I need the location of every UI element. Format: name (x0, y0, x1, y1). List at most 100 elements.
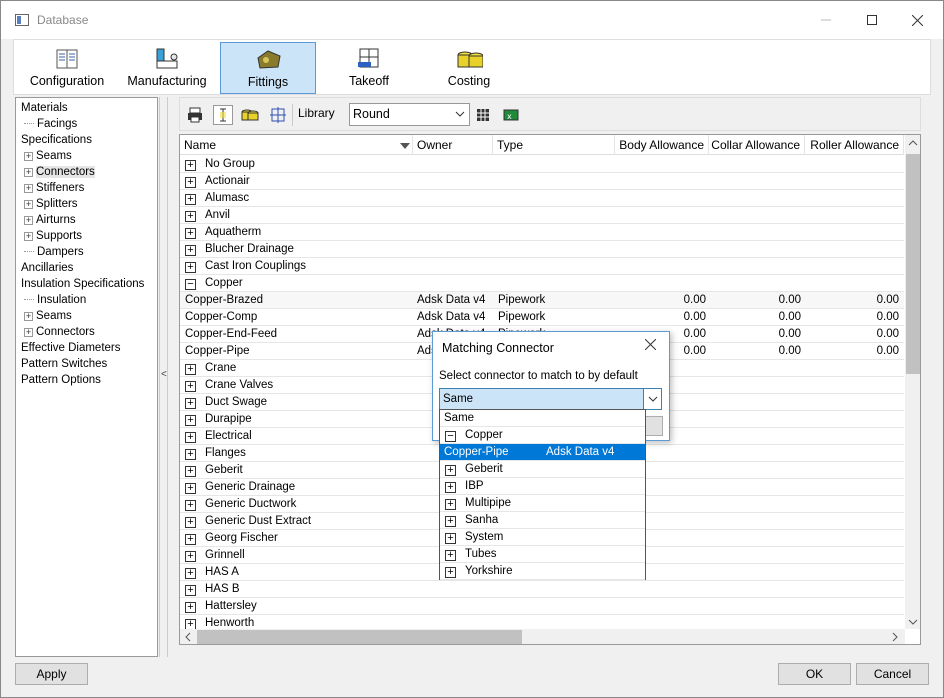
vertical-scroll-thumb[interactable] (906, 154, 920, 374)
cell-type[interactable]: Pipework (498, 309, 598, 325)
expand-icon[interactable]: + (445, 465, 456, 476)
expand-icon[interactable]: + (185, 194, 196, 205)
tree-item[interactable]: + Stiffeners (24, 180, 84, 196)
tree-item[interactable]: + Seams (24, 148, 72, 164)
dropdown-option[interactable]: + System (440, 529, 645, 546)
cell-collar[interactable]: 0.00 (709, 326, 801, 342)
ok-button[interactable]: OK (778, 663, 851, 685)
group-row[interactable]: + Alumasc (180, 190, 904, 207)
cell-owner[interactable]: Adsk Data v4 (417, 309, 497, 325)
dropdown-option[interactable]: Copper-Pipe Adsk Data v4 (440, 444, 645, 461)
expand-icon[interactable]: + (185, 585, 196, 596)
dropdown-option[interactable]: + Sanha (440, 512, 645, 529)
cell-roller[interactable]: 0.00 (805, 292, 899, 308)
library-select[interactable]: Round (349, 103, 470, 126)
horizontal-scroll-thumb[interactable] (197, 630, 522, 644)
tree-item[interactable]: Effective Diameters (21, 340, 121, 356)
group-row[interactable]: + Actionair (180, 173, 904, 190)
collapse-icon[interactable]: − (185, 279, 196, 290)
column-header-name[interactable]: Name (180, 135, 413, 155)
expand-icon[interactable]: + (185, 551, 196, 562)
expand-icon[interactable]: + (445, 550, 456, 561)
tree-item[interactable]: + Supports (24, 228, 82, 244)
tree-item[interactable]: Facings (24, 116, 77, 132)
dialog-close-button[interactable] (644, 337, 657, 354)
dropdown-option[interactable]: + Multipipe (440, 495, 645, 512)
ribbon-tab-costing[interactable]: Costing (424, 42, 514, 94)
horizontal-scrollbar[interactable] (180, 629, 905, 644)
column-header-roller-allowance[interactable]: Roller Allowance (805, 135, 904, 155)
cell-type[interactable]: Pipework (498, 292, 598, 308)
export-excel-button[interactable]: x (501, 105, 521, 125)
group-row[interactable]: + Aquatherm (180, 224, 904, 241)
expand-icon[interactable]: + (185, 449, 196, 460)
dropdown-option[interactable]: Same (440, 410, 645, 427)
expand-icon[interactable]: + (445, 516, 456, 527)
scroll-down-icon[interactable] (908, 617, 918, 628)
tree-item[interactable]: Specifications (21, 132, 92, 148)
scroll-left-icon[interactable] (185, 632, 191, 644)
cell-collar[interactable]: 0.00 (709, 343, 801, 359)
tree-item[interactable]: Ancillaries (21, 260, 73, 276)
scroll-right-icon[interactable] (892, 632, 898, 644)
column-header-collar-allowance[interactable]: Collar Allowance (709, 135, 805, 155)
cell-collar[interactable]: 0.00 (709, 292, 801, 308)
expand-icon[interactable]: + (185, 262, 196, 273)
dropdown-option[interactable]: + Geberit (440, 461, 645, 478)
expand-icon[interactable]: + (185, 483, 196, 494)
expand-icon[interactable]: + (24, 152, 33, 161)
expand-icon[interactable]: + (185, 466, 196, 477)
expand-icon[interactable]: + (185, 364, 196, 375)
close-button[interactable] (894, 1, 940, 39)
tree-item[interactable]: + Connectors (24, 164, 95, 180)
group-row[interactable]: + HAS B (180, 581, 904, 598)
expand-icon[interactable]: + (185, 381, 196, 392)
group-row[interactable]: + Anvil (180, 207, 904, 224)
ribbon-tab-manufacturing[interactable]: Manufacturing (122, 42, 212, 94)
tree-item[interactable]: Insulation (24, 292, 86, 308)
connector-select[interactable]: Same (439, 388, 662, 410)
tree-item[interactable]: + Seams (24, 308, 72, 324)
tree-item[interactable]: Materials (21, 100, 68, 116)
expand-icon[interactable]: + (24, 312, 33, 321)
connector-dropdown-list[interactable]: Same − Copper Copper-Pipe Adsk Data v4 + Geber… (439, 409, 646, 580)
cell-roller[interactable]: 0.00 (805, 343, 899, 359)
group-row[interactable]: − Copper (180, 275, 904, 292)
tree-item[interactable]: + Airturns (24, 212, 76, 228)
dropdown-option[interactable]: + Yorkshire (440, 563, 645, 580)
tree-item[interactable]: Dampers (24, 244, 84, 260)
group-row[interactable]: + Blucher Drainage (180, 241, 904, 258)
ribbon-tab-fittings[interactable]: Fittings (220, 42, 316, 94)
collapse-icon[interactable]: − (445, 431, 456, 442)
dropdown-option[interactable]: − Copper (440, 427, 645, 444)
scroll-up-icon[interactable] (908, 138, 918, 149)
expand-icon[interactable]: + (185, 160, 196, 171)
column-header-owner[interactable]: Owner (413, 135, 493, 155)
group-row[interactable]: + Hattersley (180, 598, 904, 615)
expand-icon[interactable]: + (445, 499, 456, 510)
expand-icon[interactable]: + (24, 200, 33, 209)
expand-icon[interactable]: + (185, 500, 196, 511)
ribbon-tab-takeoff[interactable]: Takeoff (324, 42, 414, 94)
tree-item[interactable]: + Connectors (24, 324, 95, 340)
tree-item[interactable]: Pattern Options (21, 372, 101, 388)
expand-icon[interactable]: + (185, 534, 196, 545)
expand-icon[interactable]: + (24, 328, 33, 337)
cell-owner[interactable]: Adsk Data v4 (417, 292, 497, 308)
tree-item[interactable]: Insulation Specifications (21, 276, 144, 292)
cell-body[interactable]: 0.00 (615, 292, 706, 308)
cell-body[interactable]: 0.00 (615, 309, 706, 325)
apply-button[interactable]: Apply (15, 663, 88, 685)
collapse-arrow-icon[interactable]: < (161, 369, 167, 380)
column-header-type[interactable]: Type (493, 135, 615, 155)
expand-icon[interactable]: + (445, 482, 456, 493)
tree-item[interactable]: + Splitters (24, 196, 78, 212)
cancel-button[interactable]: Cancel (856, 663, 929, 685)
expand-icon[interactable]: + (24, 216, 33, 225)
costing-button[interactable] (240, 105, 260, 125)
print-button[interactable] (185, 105, 205, 125)
table-row[interactable]: Copper-Brazed Adsk Data v4 Pipework 0.00 0.0… (180, 292, 904, 309)
dropdown-option[interactable]: + Tubes (440, 546, 645, 563)
ribbon-tab-configuration[interactable]: Configuration (22, 42, 112, 94)
minimize-button[interactable] (803, 1, 849, 39)
